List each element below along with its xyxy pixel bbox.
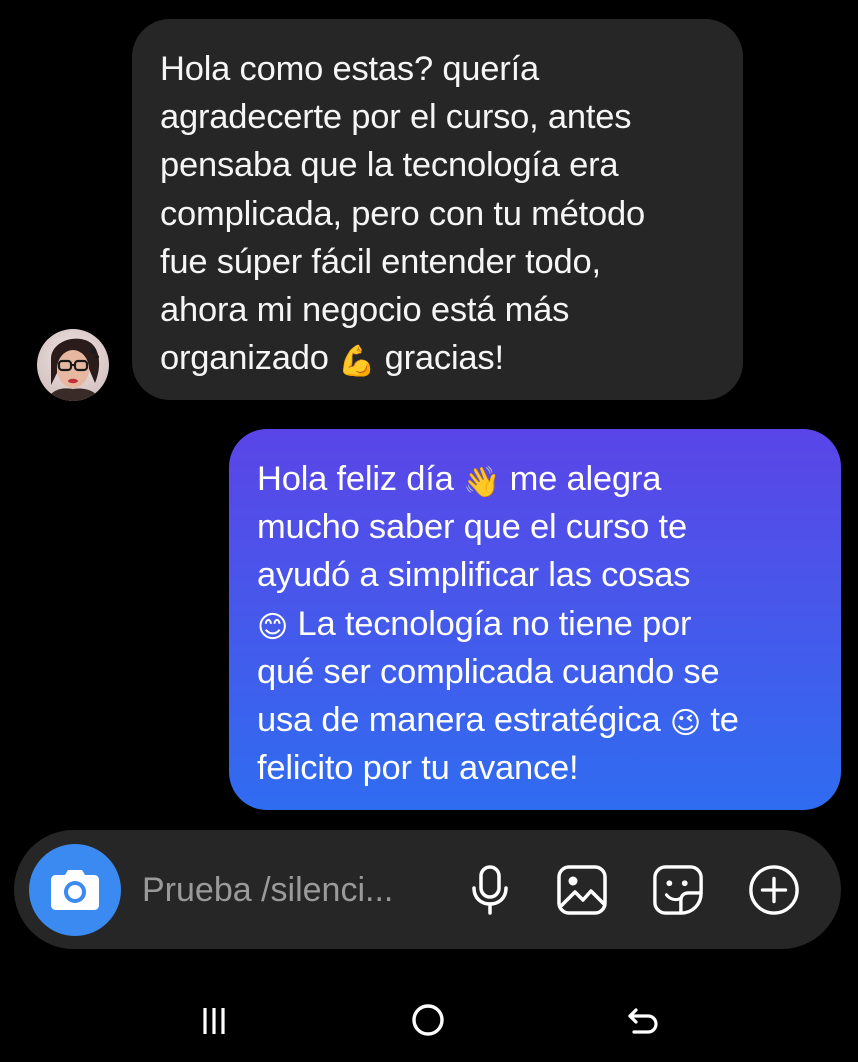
flexed-biceps-emoji: 💪 bbox=[338, 344, 376, 380]
sticker-icon bbox=[653, 865, 703, 915]
outgoing-message-text: Hola feliz día 👋 me alegra mucho saber q… bbox=[257, 455, 821, 792]
recents-button[interactable] bbox=[190, 996, 238, 1044]
add-button[interactable] bbox=[748, 864, 800, 916]
outgoing-message-part-1: Hola feliz día bbox=[257, 460, 464, 498]
incoming-message-ending: gracias! bbox=[375, 339, 504, 378]
camera-icon bbox=[51, 870, 99, 910]
waving-hand-emoji: 👋 bbox=[463, 465, 501, 500]
avatar[interactable] bbox=[37, 329, 109, 401]
home-button[interactable] bbox=[404, 996, 452, 1044]
incoming-message-bubble[interactable]: Hola como estas? quería agradecerte por … bbox=[132, 19, 743, 400]
recents-icon bbox=[203, 1008, 225, 1034]
microphone-icon bbox=[472, 865, 508, 915]
sticker-button[interactable] bbox=[652, 864, 704, 916]
winking-face-emoji: 😉 bbox=[669, 706, 701, 742]
add-circle-icon bbox=[749, 865, 799, 915]
incoming-message-text: Hola como estas? quería agradecerte por … bbox=[160, 45, 719, 382]
smiling-face-emoji: 😊 bbox=[257, 609, 289, 645]
gallery-button[interactable] bbox=[556, 864, 608, 916]
outgoing-message-part-3: La tecnología no tiene por qué ser compl… bbox=[257, 604, 720, 740]
microphone-button[interactable] bbox=[464, 864, 516, 916]
home-icon bbox=[412, 1004, 444, 1036]
incoming-message-body: Hola como estas? quería agradecerte por … bbox=[160, 50, 645, 378]
message-input[interactable] bbox=[142, 866, 432, 914]
back-button[interactable] bbox=[618, 996, 666, 1044]
message-composer bbox=[14, 830, 841, 949]
back-icon bbox=[628, 1008, 658, 1034]
outgoing-message-bubble[interactable]: Hola feliz día 👋 me alegra mucho saber q… bbox=[229, 429, 841, 810]
chat-screen: Hola como estas? quería agradecerte por … bbox=[0, 0, 858, 1062]
avatar-image bbox=[37, 329, 109, 401]
gallery-icon bbox=[557, 865, 607, 915]
camera-button[interactable] bbox=[29, 844, 121, 936]
